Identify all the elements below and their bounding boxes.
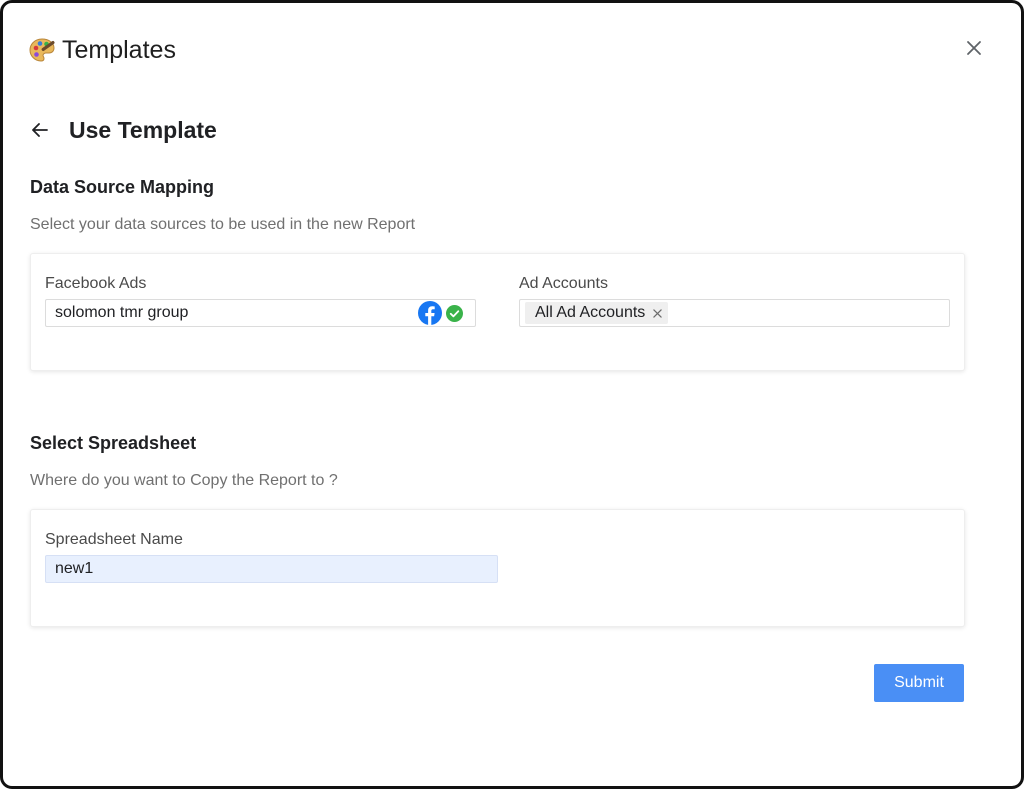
data-source-mapping-title: Data Source Mapping [30,177,215,197]
spreadsheet-card: Spreadsheet Name [30,509,965,627]
ad-accounts-label: Ad Accounts [519,275,608,292]
arrow-left-icon [32,123,48,137]
spreadsheet-name-input[interactable] [45,555,498,583]
check-circle-icon [446,304,463,322]
select-spreadsheet-title: Select Spreadsheet [30,433,197,453]
dialog-header: Templates [28,33,176,67]
ad-accounts-select[interactable]: All Ad Accounts [519,299,950,327]
facebook-ads-value: solomon tmr group [55,304,189,321]
chip-remove-button[interactable] [652,308,662,318]
ad-account-chip: All Ad Accounts [525,302,669,324]
facebook-ads-label: Facebook Ads [45,275,147,292]
page-title: Use Template [69,116,217,143]
select-spreadsheet-subtitle: Where do you want to Copy the Report to … [30,472,338,489]
facebook-ads-field[interactable]: solomon tmr group [45,299,476,327]
data-source-card: Facebook Ads solomon tmr group Ad Accoun… [30,253,965,371]
close-icon [967,41,981,55]
close-button[interactable] [963,37,985,59]
palette-icon [28,36,56,64]
ad-account-chip-label: All Ad Accounts [535,304,646,321]
close-icon [653,308,662,318]
facebook-icon [418,301,442,325]
data-source-mapping-subtitle: Select your data sources to be used in t… [30,216,416,233]
dialog-title: Templates [62,35,176,64]
submit-button[interactable]: Submit [874,664,964,702]
page-heading: Use Template [29,115,217,145]
templates-dialog: Templates Use Template Data Source Mappi… [0,0,1024,789]
back-button[interactable] [29,119,51,141]
spreadsheet-name-label: Spreadsheet Name [45,531,183,548]
